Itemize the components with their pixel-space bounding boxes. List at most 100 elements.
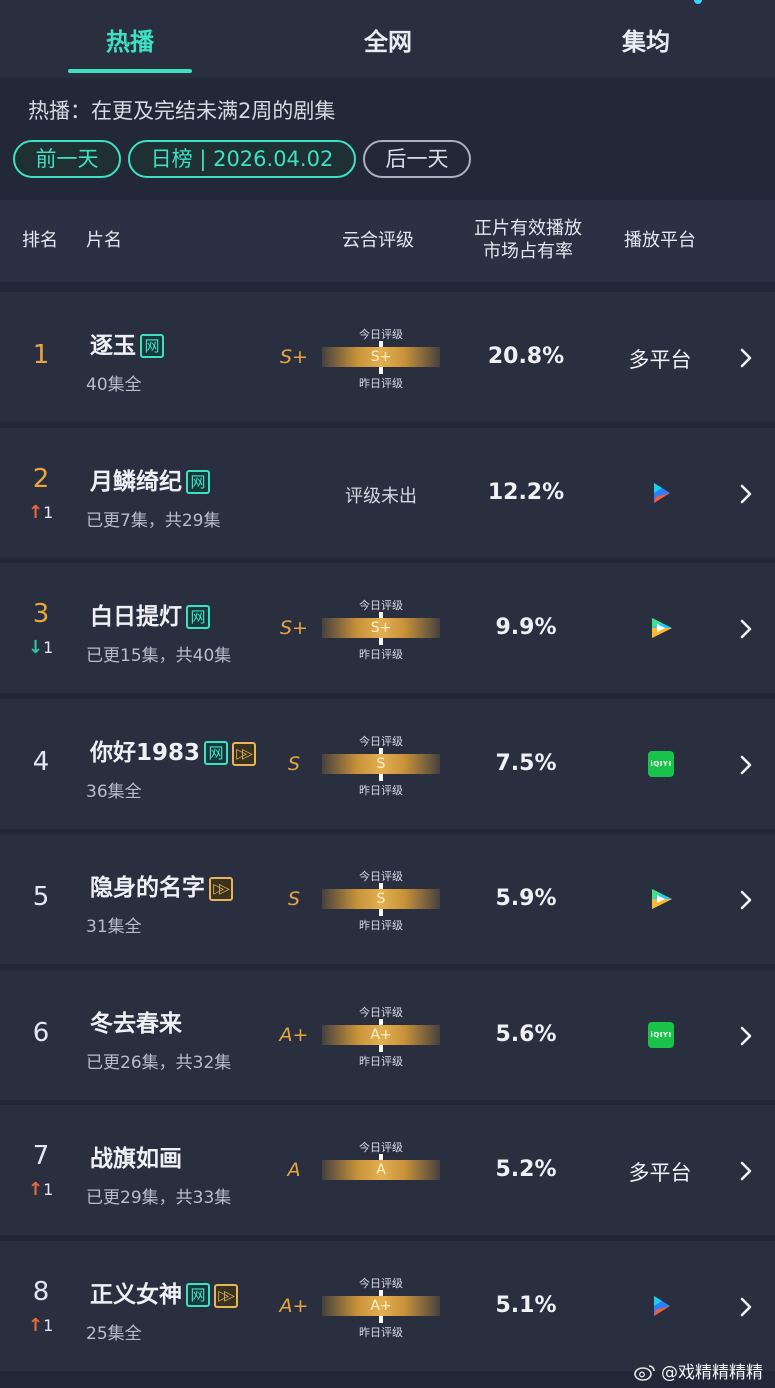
table-row[interactable]: 7 ↑1 战旗如画 已更29集，共33集 A 今日评级 A 5.2% 多平台 [0, 1105, 775, 1235]
chevron-right-icon[interactable] [736, 888, 756, 912]
market-share: 9.9% [495, 615, 557, 640]
show-title[interactable]: 战旗如画 [90, 1139, 182, 1173]
show-title[interactable]: 隐身的名字 ▷▷ [90, 868, 233, 902]
chevron-right-icon[interactable] [736, 482, 756, 506]
platform-text: 多平台 [628, 348, 692, 372]
exclusive-badge-icon: ▷▷ [214, 1284, 238, 1308]
today-rating-label: 今日评级 [359, 328, 403, 341]
date-selector[interactable]: 日榜 | 2026.04.02 [128, 140, 356, 178]
next-day-button[interactable]: 后一天 [363, 140, 471, 178]
tencent-video-icon [648, 886, 674, 912]
tab-bar: 热播 全网 集均 [0, 0, 775, 78]
yesterday-rating-label: 昨日评级 [359, 1055, 403, 1068]
show-title[interactable]: 逐玉网 [90, 326, 164, 360]
header-name: 片名 [86, 230, 122, 251]
chevron-right-icon[interactable] [736, 1024, 756, 1048]
active-tab-underline [68, 69, 192, 73]
indicator-dot [694, 0, 702, 4]
rating-gauge: 今日评级 S 昨日评级 [322, 860, 440, 940]
tab-all-network[interactable]: 全网 [298, 22, 478, 57]
rank-number: 3 [32, 599, 50, 629]
rating-bar-grade: S+ [370, 349, 392, 365]
rating-gauge: 今日评级 S 昨日评级 [322, 725, 440, 805]
table-row[interactable]: 3 ↓1 白日提灯网已更15集，共40集 S+ 今日评级 S+ 昨日评级 9.9% [0, 563, 775, 693]
yesterday-rating-label: 昨日评级 [359, 784, 403, 797]
show-title[interactable]: 你好1983 网 ▷▷ [90, 733, 257, 767]
yesterday-rating-label: 昨日评级 [359, 919, 403, 932]
rank-number: 7 [32, 1141, 50, 1171]
rating-grade: S [287, 888, 301, 910]
show-title[interactable]: 正义女神网 ▷▷ [90, 1275, 238, 1309]
table-row[interactable]: 5 隐身的名字 ▷▷ 31集全 S 今日评级 S 昨日评级 5.9% [0, 834, 775, 964]
rating-bar: S [322, 754, 440, 774]
iqiyi-icon: iQIYI [648, 751, 674, 777]
tab-hot[interactable]: 热播 [40, 22, 220, 57]
web-drama-badge: 网 [140, 334, 164, 358]
arrow-up-icon: ↑ [28, 502, 44, 523]
episode-status: 36集全 [86, 782, 142, 802]
today-rating-label: 今日评级 [359, 735, 403, 748]
market-share: 12.2% [487, 480, 565, 505]
rating-bar-grade: S [376, 891, 386, 907]
iqiyi-icon: iQIYI [648, 1022, 674, 1048]
rating-gauge: 今日评级 S+ 昨日评级 [322, 318, 440, 398]
arrow-up-icon: ↑ [28, 1315, 44, 1336]
rating-pending: 评级未出 [345, 486, 417, 507]
rating-grade: S [287, 753, 301, 775]
rating-bar: S+ [322, 347, 440, 367]
market-share: 5.1% [495, 1293, 557, 1318]
rank-number: 2 [32, 464, 50, 494]
rank-number: 6 [32, 1018, 50, 1048]
chevron-right-icon[interactable] [736, 617, 756, 641]
rating-grade: S+ [280, 346, 308, 368]
rank-change-value: 1 [43, 638, 54, 657]
weibo-watermark: @戏精精精精 [633, 1358, 763, 1383]
rank-change: ↑1 [28, 1179, 53, 1200]
today-rating-label: 今日评级 [359, 1141, 403, 1154]
table-row[interactable]: 1 逐玉网 40集全 S+ 今日评级 S+ 昨日评级 20.8% 多平台 [0, 292, 775, 422]
today-rating-label: 今日评级 [359, 1277, 403, 1290]
rank-number: 8 [32, 1277, 50, 1307]
rating-gauge: 今日评级 A+ 昨日评级 [322, 1267, 440, 1347]
table-row[interactable]: 8 ↑1 正义女神网 ▷▷ 25集全 A+ 今日评级 A+ 昨日评级 5.1% [0, 1241, 775, 1371]
tab-episode-average[interactable]: 集均 [556, 22, 736, 57]
table-row[interactable]: 4 你好1983 网 ▷▷ 36集全 S 今日评级 S 昨日评级 7.5% iQIYI [0, 699, 775, 829]
rating-gauge: 今日评级 S+ 昨日评级 [322, 589, 440, 669]
show-title[interactable]: 白日提灯网 [90, 597, 210, 631]
show-title[interactable]: 月鳞绮纪网 [90, 462, 210, 496]
rating-bar: S [322, 889, 440, 909]
arrow-down-icon: ↓ [28, 637, 44, 658]
chevron-right-icon[interactable] [736, 1295, 756, 1319]
rating-bar-grade: A+ [370, 1027, 392, 1043]
gauge-marker [379, 367, 383, 374]
chevron-right-icon[interactable] [736, 753, 756, 777]
today-rating-label: 今日评级 [359, 1006, 403, 1019]
chevron-right-icon[interactable] [736, 1159, 756, 1183]
today-rating-label: 今日评级 [359, 870, 403, 883]
show-title-text: 隐身的名字 [90, 875, 205, 901]
market-share: 20.8% [487, 344, 565, 369]
show-title-text: 逐玉 [90, 333, 136, 359]
chevron-right-icon[interactable] [736, 346, 756, 370]
prev-day-button[interactable]: 前一天 [13, 140, 121, 178]
show-title[interactable]: 冬去春来 [90, 1004, 182, 1038]
episode-status: 40集全 [86, 375, 142, 395]
rating-bar-grade: S+ [370, 620, 392, 636]
gauge-marker [379, 909, 383, 916]
table-row[interactable]: 6 冬去春来 已更26集，共32集 A+ 今日评级 A+ 昨日评级 5.6% iQIYI [0, 970, 775, 1100]
show-title-text: 冬去春来 [90, 1011, 182, 1037]
gauge-marker [379, 1316, 383, 1323]
table-row[interactable]: 2 ↑1 月鳞绮纪网已更7集，共29集 评级未出 12.2% [0, 428, 775, 558]
web-drama-badge: 网 [186, 1283, 210, 1307]
market-share: 7.5% [495, 751, 557, 776]
rating-bar: A [322, 1160, 440, 1180]
gauge-marker [379, 1045, 383, 1052]
header-platform: 播放平台 [624, 230, 696, 251]
youku-icon [648, 480, 674, 506]
exclusive-badge-icon: ▷▷ [209, 877, 233, 901]
episode-status: 25集全 [86, 1324, 142, 1344]
market-share: 5.2% [495, 1157, 557, 1182]
web-drama-badge: 网 [186, 470, 210, 494]
show-title-text: 白日提灯 [90, 604, 182, 630]
rank-change-value: 1 [43, 1180, 54, 1199]
